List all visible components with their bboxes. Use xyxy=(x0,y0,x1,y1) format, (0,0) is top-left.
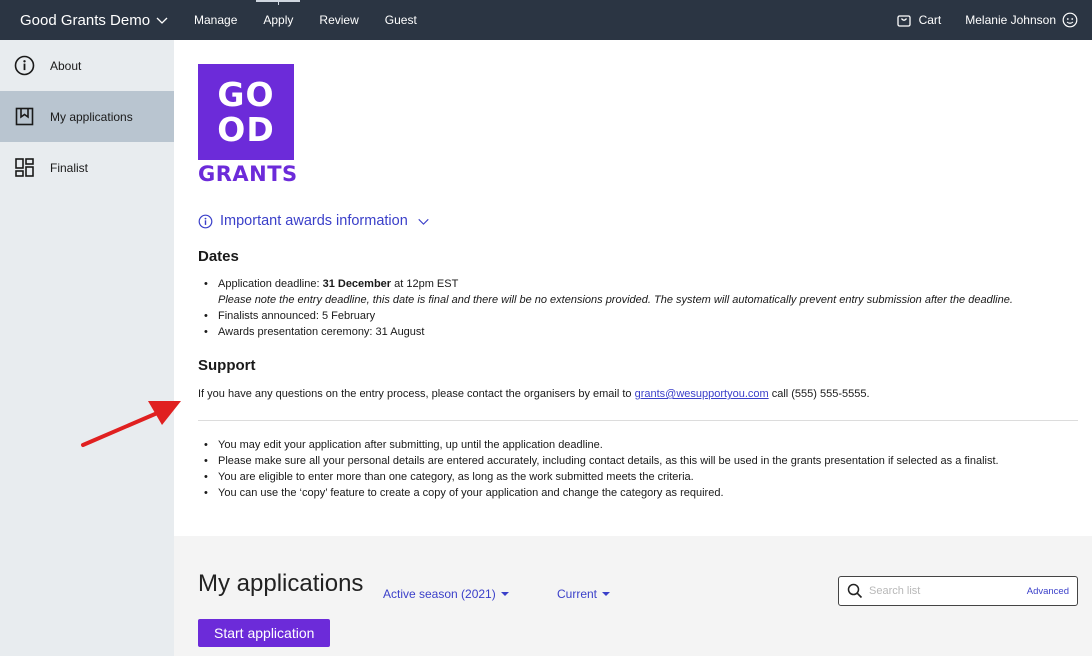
important-info-toggle[interactable]: Important awards information xyxy=(198,213,430,229)
annotation-arrow-icon xyxy=(81,401,181,447)
divider xyxy=(198,420,1078,421)
logo-line-1: GO xyxy=(217,75,275,114)
sidebar-item-my-applications[interactable]: My applications xyxy=(0,91,174,142)
tips-list: You may edit your application after subm… xyxy=(198,437,1078,501)
caret-down-icon xyxy=(602,592,611,596)
info-icon xyxy=(198,214,213,228)
top-navigation-bar: Good Grants Demo Manage Apply Review Gue… xyxy=(0,0,1092,40)
chevron-down-icon xyxy=(418,218,429,225)
brand-menu[interactable]: Good Grants Demo xyxy=(20,0,168,40)
right-nav: Cart Melanie Johnson xyxy=(896,0,1078,40)
info-toggle-label: Important awards information xyxy=(220,213,408,229)
season-filter-dropdown[interactable]: Active season (2021) xyxy=(383,587,509,601)
search-input[interactable] xyxy=(869,585,1027,597)
logo-mark: GO OD xyxy=(198,64,294,160)
support-email-link[interactable]: grants@wesupportyou.com xyxy=(635,388,769,400)
my-applications-panel: My applications Active season (2021) Cur… xyxy=(174,536,1092,656)
logo-line-2: OD xyxy=(217,110,275,149)
support-suffix: call (555) 555-5555. xyxy=(768,388,870,400)
support-text: If you have any questions on the entry p… xyxy=(198,388,870,400)
list-item: Application deadline: 31 December at 12p… xyxy=(198,276,1088,308)
bookmark-icon xyxy=(15,107,34,126)
awards-info-panel: GO OD GRANTS Important awards informatio… xyxy=(174,40,1092,536)
dates-heading: Dates xyxy=(198,248,239,265)
status-filter-label: Current xyxy=(557,587,598,601)
sidebar: About My applications Finalist xyxy=(0,40,174,656)
sidebar-item-finalist[interactable]: Finalist xyxy=(0,142,174,193)
list-item: You may edit your application after subm… xyxy=(198,437,1078,453)
sidebar-item-label: About xyxy=(50,58,82,73)
support-prefix: If you have any questions on the entry p… xyxy=(198,388,635,400)
main-content: GO OD GRANTS Important awards informatio… xyxy=(174,40,1092,656)
user-menu[interactable]: Melanie Johnson xyxy=(965,12,1078,28)
nav-apply[interactable]: Apply xyxy=(250,0,306,40)
dashboard-icon xyxy=(15,158,34,177)
deadline-prefix: Application deadline: xyxy=(218,278,323,290)
search-box: Advanced xyxy=(838,576,1078,606)
caret-down-icon xyxy=(500,592,509,596)
chevron-down-icon xyxy=(156,17,168,24)
deadline-suffix: at 12pm EST xyxy=(391,278,459,290)
cart-link[interactable]: Cart xyxy=(896,12,942,28)
list-item: Awards presentation ceremony: 31 August xyxy=(198,324,1088,340)
season-filter-label: Active season (2021) xyxy=(383,587,496,601)
nav-manage[interactable]: Manage xyxy=(181,0,250,40)
list-item: Finalists announced: 5 February xyxy=(198,308,1088,324)
deadline-date: 31 December xyxy=(322,278,392,290)
cart-label: Cart xyxy=(918,13,942,27)
good-grants-logo: GO OD GRANTS xyxy=(198,64,298,186)
info-circle-icon xyxy=(14,55,35,76)
avatar-icon xyxy=(1062,12,1078,28)
list-item: Please make sure all your personal detai… xyxy=(198,453,1078,469)
nav-guest[interactable]: Guest xyxy=(372,0,430,40)
advanced-search-link[interactable]: Advanced xyxy=(1027,586,1069,597)
sidebar-item-label: Finalist xyxy=(50,160,89,175)
support-heading: Support xyxy=(198,357,256,374)
logo-wordmark: GRANTS xyxy=(198,162,298,186)
sidebar-item-about[interactable]: About xyxy=(0,40,174,91)
main-nav: Manage Apply Review Guest xyxy=(181,0,430,40)
sidebar-item-label: My applications xyxy=(50,109,133,124)
dates-list: Application deadline: 31 December at 12p… xyxy=(198,276,1088,340)
page-title: My applications xyxy=(198,570,364,597)
cart-icon xyxy=(896,15,911,27)
brand-name: Good Grants Demo xyxy=(20,11,151,29)
nav-review[interactable]: Review xyxy=(306,0,371,40)
list-item: You are eligible to enter more than one … xyxy=(198,469,1078,485)
user-name: Melanie Johnson xyxy=(965,13,1056,27)
deadline-note: Please note the entry deadline, this dat… xyxy=(218,294,1013,306)
status-filter-dropdown[interactable]: Current xyxy=(557,587,611,601)
search-icon xyxy=(847,583,863,599)
list-item: You can use the ‘copy’ feature to create… xyxy=(198,485,1078,501)
start-application-button[interactable]: Start application xyxy=(198,619,331,647)
